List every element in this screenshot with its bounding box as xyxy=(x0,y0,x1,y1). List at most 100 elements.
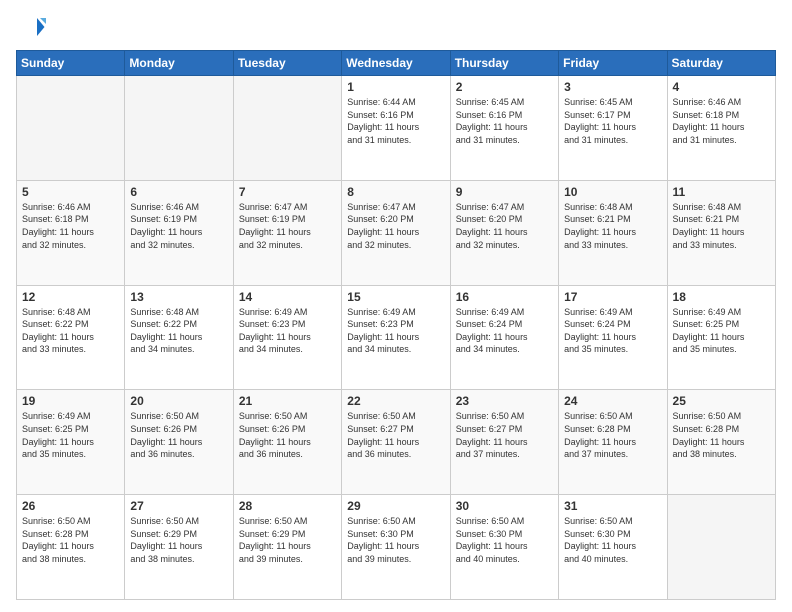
day-number: 11 xyxy=(673,185,770,199)
calendar-cell: 24Sunrise: 6:50 AM Sunset: 6:28 PM Dayli… xyxy=(559,390,667,495)
weekday-header-tuesday: Tuesday xyxy=(233,51,341,76)
day-info: Sunrise: 6:50 AM Sunset: 6:28 PM Dayligh… xyxy=(673,410,770,460)
calendar-cell: 20 Sunrise: 6:50 AM Sunset: 6:26 PM Dayli… xyxy=(125,390,233,495)
day-info: Sunrise: 6:50 AM Sunset: 6:30 PM Dayligh… xyxy=(347,515,444,565)
calendar-cell: 16Sunrise: 6:49 AM Sunset: 6:24 PM Dayli… xyxy=(450,285,558,390)
calendar-cell xyxy=(125,76,233,181)
week-row-4: 19 Sunrise: 6:49 AM Sunset: 6:25 PM Dayli… xyxy=(17,390,776,495)
day-number: 1 xyxy=(347,80,444,94)
calendar-cell xyxy=(17,76,125,181)
calendar-cell: 21Sunrise: 6:50 AM Sunset: 6:26 PM Dayli… xyxy=(233,390,341,495)
calendar-cell: 17 Sunrise: 6:49 AM Sunset: 6:24 PM Dayli… xyxy=(559,285,667,390)
week-row-5: 26 Sunrise: 6:50 AM Sunset: 6:28 PM Dayli… xyxy=(17,495,776,600)
day-number: 29 xyxy=(347,499,444,513)
calendar-cell: 7Sunrise: 6:47 AM Sunset: 6:19 PM Daylig… xyxy=(233,180,341,285)
calendar: SundayMondayTuesdayWednesdayThursdayFrid… xyxy=(16,50,776,600)
day-number: 14 xyxy=(239,290,336,304)
calendar-cell: 31Sunrise: 6:50 AM Sunset: 6:30 PM Dayli… xyxy=(559,495,667,600)
day-info: Sunrise: 6:47 AM Sunset: 6:19 PM Dayligh… xyxy=(239,201,336,251)
weekday-header-wednesday: Wednesday xyxy=(342,51,450,76)
day-info: Sunrise: 6:50 AM Sunset: 6:29 PM Dayligh… xyxy=(130,515,227,565)
day-info: Sunrise: 6:44 AM Sunset: 6:16 PM Dayligh… xyxy=(347,96,444,146)
day-number: 25 xyxy=(673,394,770,408)
day-number: 28 xyxy=(239,499,336,513)
day-info: Sunrise: 6:50 AM Sunset: 6:30 PM Dayligh… xyxy=(456,515,553,565)
calendar-cell: 12 Sunrise: 6:48 AM Sunset: 6:22 PM Dayli… xyxy=(17,285,125,390)
calendar-cell: 27 Sunrise: 6:50 AM Sunset: 6:29 PM Dayli… xyxy=(125,495,233,600)
day-info: Sunrise: 6:50 AM Sunset: 6:26 PM Dayligh… xyxy=(239,410,336,460)
calendar-cell xyxy=(233,76,341,181)
day-number: 17 xyxy=(564,290,661,304)
day-info: Sunrise: 6:46 AM Sunset: 6:18 PM Dayligh… xyxy=(673,96,770,146)
calendar-cell: 3 Sunrise: 6:45 AM Sunset: 6:17 PM Daylig… xyxy=(559,76,667,181)
calendar-cell: 11 Sunrise: 6:48 AM Sunset: 6:21 PM Dayli… xyxy=(667,180,775,285)
day-number: 19 xyxy=(22,394,119,408)
header xyxy=(16,12,776,42)
day-info: Sunrise: 6:50 AM Sunset: 6:26 PM Dayligh… xyxy=(130,410,227,460)
day-number: 4 xyxy=(673,80,770,94)
day-number: 8 xyxy=(347,185,444,199)
week-row-2: 5Sunrise: 6:46 AM Sunset: 6:18 PM Daylig… xyxy=(17,180,776,285)
weekday-header-saturday: Saturday xyxy=(667,51,775,76)
day-number: 31 xyxy=(564,499,661,513)
calendar-cell: 18 Sunrise: 6:49 AM Sunset: 6:25 PM Dayli… xyxy=(667,285,775,390)
day-number: 3 xyxy=(564,80,661,94)
day-number: 9 xyxy=(456,185,553,199)
day-info: Sunrise: 6:48 AM Sunset: 6:21 PM Dayligh… xyxy=(673,201,770,251)
weekday-header-row: SundayMondayTuesdayWednesdayThursdayFrid… xyxy=(17,51,776,76)
day-number: 2 xyxy=(456,80,553,94)
calendar-cell: 9 Sunrise: 6:47 AM Sunset: 6:20 PM Daylig… xyxy=(450,180,558,285)
day-number: 30 xyxy=(456,499,553,513)
calendar-cell: 25 Sunrise: 6:50 AM Sunset: 6:28 PM Dayli… xyxy=(667,390,775,495)
day-number: 12 xyxy=(22,290,119,304)
day-number: 13 xyxy=(130,290,227,304)
day-info: Sunrise: 6:50 AM Sunset: 6:28 PM Dayligh… xyxy=(22,515,119,565)
day-info: Sunrise: 6:47 AM Sunset: 6:20 PM Dayligh… xyxy=(456,201,553,251)
day-info: Sunrise: 6:49 AM Sunset: 6:23 PM Dayligh… xyxy=(347,306,444,356)
weekday-header-friday: Friday xyxy=(559,51,667,76)
day-info: Sunrise: 6:49 AM Sunset: 6:25 PM Dayligh… xyxy=(22,410,119,460)
calendar-cell: 23 Sunrise: 6:50 AM Sunset: 6:27 PM Dayli… xyxy=(450,390,558,495)
day-info: Sunrise: 6:50 AM Sunset: 6:28 PM Dayligh… xyxy=(564,410,661,460)
day-number: 20 xyxy=(130,394,227,408)
day-info: Sunrise: 6:48 AM Sunset: 6:21 PM Dayligh… xyxy=(564,201,661,251)
day-info: Sunrise: 6:50 AM Sunset: 6:27 PM Dayligh… xyxy=(456,410,553,460)
calendar-cell: 8 Sunrise: 6:47 AM Sunset: 6:20 PM Daylig… xyxy=(342,180,450,285)
day-info: Sunrise: 6:45 AM Sunset: 6:16 PM Dayligh… xyxy=(456,96,553,146)
day-number: 26 xyxy=(22,499,119,513)
day-info: Sunrise: 6:47 AM Sunset: 6:20 PM Dayligh… xyxy=(347,201,444,251)
calendar-cell: 5Sunrise: 6:46 AM Sunset: 6:18 PM Daylig… xyxy=(17,180,125,285)
day-info: Sunrise: 6:48 AM Sunset: 6:22 PM Dayligh… xyxy=(130,306,227,356)
calendar-cell: 22Sunrise: 6:50 AM Sunset: 6:27 PM Dayli… xyxy=(342,390,450,495)
day-info: Sunrise: 6:49 AM Sunset: 6:24 PM Dayligh… xyxy=(564,306,661,356)
day-number: 27 xyxy=(130,499,227,513)
day-info: Sunrise: 6:48 AM Sunset: 6:22 PM Dayligh… xyxy=(22,306,119,356)
day-number: 5 xyxy=(22,185,119,199)
day-number: 22 xyxy=(347,394,444,408)
calendar-cell: 6Sunrise: 6:46 AM Sunset: 6:19 PM Daylig… xyxy=(125,180,233,285)
day-info: Sunrise: 6:45 AM Sunset: 6:17 PM Dayligh… xyxy=(564,96,661,146)
day-info: Sunrise: 6:46 AM Sunset: 6:19 PM Dayligh… xyxy=(130,201,227,251)
logo-icon xyxy=(16,12,46,42)
calendar-cell: 26 Sunrise: 6:50 AM Sunset: 6:28 PM Dayli… xyxy=(17,495,125,600)
day-number: 16 xyxy=(456,290,553,304)
logo xyxy=(16,12,50,42)
calendar-cell: 13 Sunrise: 6:48 AM Sunset: 6:22 PM Dayli… xyxy=(125,285,233,390)
weekday-header-monday: Monday xyxy=(125,51,233,76)
day-number: 15 xyxy=(347,290,444,304)
week-row-1: 1 Sunrise: 6:44 AM Sunset: 6:16 PM Daylig… xyxy=(17,76,776,181)
page: SundayMondayTuesdayWednesdayThursdayFrid… xyxy=(0,0,792,612)
weekday-header-thursday: Thursday xyxy=(450,51,558,76)
calendar-cell xyxy=(667,495,775,600)
day-info: Sunrise: 6:50 AM Sunset: 6:29 PM Dayligh… xyxy=(239,515,336,565)
week-row-3: 12 Sunrise: 6:48 AM Sunset: 6:22 PM Dayli… xyxy=(17,285,776,390)
day-info: Sunrise: 6:49 AM Sunset: 6:23 PM Dayligh… xyxy=(239,306,336,356)
day-number: 18 xyxy=(673,290,770,304)
day-number: 23 xyxy=(456,394,553,408)
calendar-cell: 29 Sunrise: 6:50 AM Sunset: 6:30 PM Dayli… xyxy=(342,495,450,600)
day-info: Sunrise: 6:49 AM Sunset: 6:25 PM Dayligh… xyxy=(673,306,770,356)
day-number: 10 xyxy=(564,185,661,199)
calendar-cell: 28 Sunrise: 6:50 AM Sunset: 6:29 PM Dayli… xyxy=(233,495,341,600)
calendar-cell: 15 Sunrise: 6:49 AM Sunset: 6:23 PM Dayli… xyxy=(342,285,450,390)
calendar-cell: 30 Sunrise: 6:50 AM Sunset: 6:30 PM Dayli… xyxy=(450,495,558,600)
